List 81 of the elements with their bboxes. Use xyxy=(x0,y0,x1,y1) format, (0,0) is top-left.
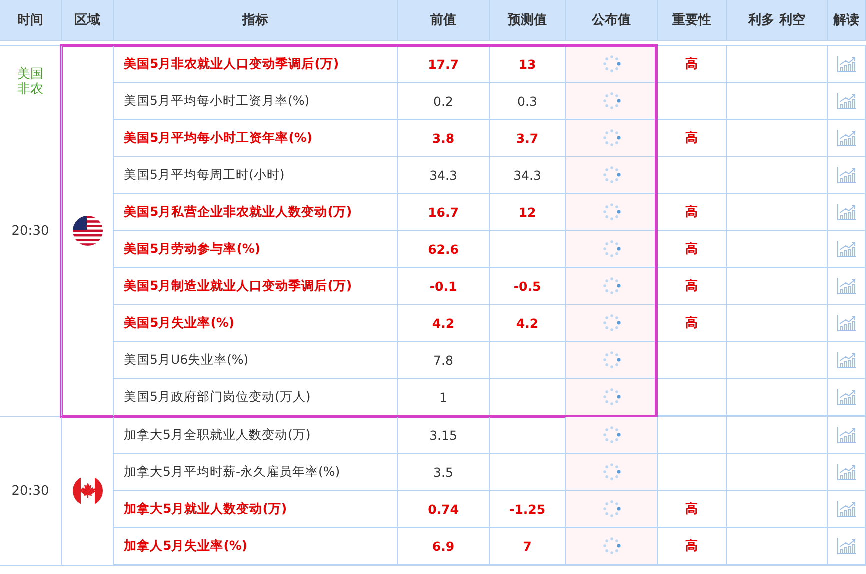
loading-spinner-icon xyxy=(602,55,620,73)
indicator-cell: 加拿人5月失业率(%) xyxy=(114,528,398,565)
loading-spinner-icon xyxy=(602,463,620,481)
indicator-cell: 美国5月平均每小时工资年率(%) xyxy=(114,120,398,157)
bar-chart-icon[interactable] xyxy=(836,92,856,110)
importance-cell: 高 xyxy=(658,120,727,157)
previous-value-cell: 7.8 xyxy=(398,342,490,379)
bar-chart-icon[interactable] xyxy=(836,463,856,481)
importance-cell xyxy=(658,157,727,194)
previous-value-cell: 4.2 xyxy=(398,305,490,342)
bar-chart-icon[interactable] xyxy=(836,203,856,221)
loading-spinner-icon xyxy=(602,92,620,110)
importance-cell xyxy=(658,83,727,120)
importance-cell: 高 xyxy=(658,491,727,528)
previous-value-cell: 3.15 xyxy=(398,417,490,454)
loading-spinner-icon xyxy=(602,351,620,369)
indicator-cell: 美国5月平均每小时工资月率(%) xyxy=(114,83,398,120)
column-header: 指标 xyxy=(114,0,398,40)
loading-spinner-icon xyxy=(602,166,620,184)
indicator-cell: 美国5月平均每周工时(小时) xyxy=(114,157,398,194)
column-header: 时间 xyxy=(0,0,62,40)
previous-value-cell: 0.2 xyxy=(398,83,490,120)
indicator-cell: 加拿大5月全职就业人数变动(万) xyxy=(114,417,398,454)
loading-spinner-icon xyxy=(602,426,620,444)
previous-value-cell: 16.7 xyxy=(398,194,490,231)
bar-chart-icon[interactable] xyxy=(836,129,856,147)
event-tag: 美国非农 xyxy=(18,68,44,98)
bar-chart-icon[interactable] xyxy=(836,351,856,369)
previous-value-cell: 62.6 xyxy=(398,231,490,268)
loading-spinner-icon xyxy=(602,500,620,518)
column-header: 利多 利空 xyxy=(727,0,828,40)
bar-chart-icon[interactable] xyxy=(836,500,856,518)
time-cell: 20:30 xyxy=(12,484,50,498)
previous-value-cell: 0.74 xyxy=(398,491,490,528)
importance-cell: 高 xyxy=(658,305,727,342)
previous-value-cell: 34.3 xyxy=(398,157,490,194)
column-header: 区域 xyxy=(62,0,114,40)
importance-cell: 高 xyxy=(658,268,727,305)
importance-cell: 高 xyxy=(658,528,727,565)
bar-chart-icon[interactable] xyxy=(836,537,856,555)
previous-value-cell: 17.7 xyxy=(398,46,490,83)
importance-cell xyxy=(658,342,727,379)
column-header: 重要性 xyxy=(658,0,727,40)
indicator-cell: 美国5月政府部门岗位变动(万人) xyxy=(114,379,398,416)
indicator-cell: 加拿大5月平均时薪-永久雇员年率(%) xyxy=(114,454,398,491)
previous-value-cell: -0.1 xyxy=(398,268,490,305)
importance-cell: 高 xyxy=(658,231,727,268)
column-header: 预测值 xyxy=(490,0,566,40)
flag-icon xyxy=(72,216,102,246)
loading-spinner-icon xyxy=(602,388,620,406)
bar-chart-icon[interactable] xyxy=(836,166,856,184)
time-cell: 20:30 xyxy=(12,224,50,238)
bar-chart-icon[interactable] xyxy=(836,388,856,406)
importance-cell: 高 xyxy=(658,46,727,83)
previous-value-cell: 6.9 xyxy=(398,528,490,565)
loading-spinner-icon xyxy=(602,277,620,295)
loading-spinner-icon xyxy=(602,240,620,258)
previous-value-cell: 1 xyxy=(398,379,490,416)
bar-chart-icon[interactable] xyxy=(836,55,856,73)
indicator-cell: 加拿大5月就业人数变动(万) xyxy=(114,491,398,528)
indicator-cell: 美国5月劳动参与率(%) xyxy=(114,231,398,268)
indicator-cell: 美国5月非农就业人口变动季调后(万) xyxy=(114,46,398,83)
indicator-cell: 美国5月U6失业率(%) xyxy=(114,342,398,379)
bar-chart-icon[interactable] xyxy=(836,277,856,295)
bar-chart-icon[interactable] xyxy=(836,314,856,332)
loading-spinner-icon xyxy=(602,129,620,147)
column-header: 公布值 xyxy=(566,0,658,40)
column-header: 前值 xyxy=(398,0,490,40)
bar-chart-icon[interactable] xyxy=(836,240,856,258)
loading-spinner-icon xyxy=(602,537,620,555)
previous-value-cell: 3.5 xyxy=(398,454,490,491)
loading-spinner-icon xyxy=(602,314,620,332)
previous-value-cell: 3.8 xyxy=(398,120,490,157)
column-header: 解读 xyxy=(828,0,866,40)
flag-icon xyxy=(72,476,102,506)
loading-spinner-icon xyxy=(602,203,620,221)
bar-chart-icon[interactable] xyxy=(836,426,856,444)
importance-cell: 高 xyxy=(658,194,727,231)
indicator-cell: 美国5月私营企业非农就业人数变动(万) xyxy=(114,194,398,231)
indicator-cell: 美国5月失业率(%) xyxy=(114,305,398,342)
indicator-cell: 美国5月制造业就业人口变动季调后(万) xyxy=(114,268,398,305)
